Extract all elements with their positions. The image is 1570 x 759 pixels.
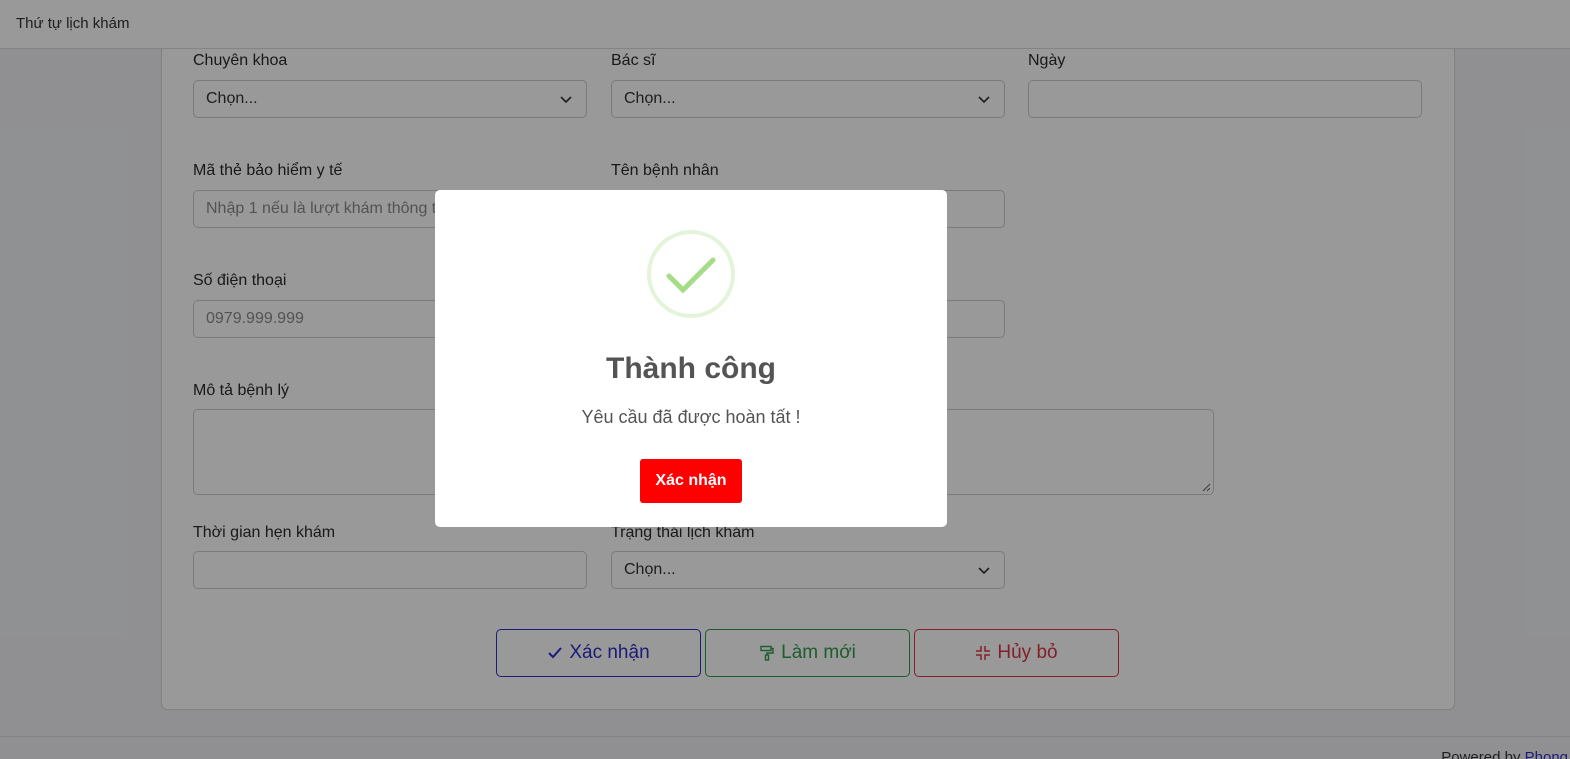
dialog-title: Thành công	[606, 352, 776, 385]
success-check-icon	[647, 230, 735, 318]
dialog-confirm-button[interactable]: Xác nhận	[640, 459, 742, 503]
success-dialog: Thành công Yêu cầu đã được hoàn tất ! Xá…	[435, 190, 947, 527]
dialog-message: Yêu cầu đã được hoàn tất !	[581, 407, 801, 427]
